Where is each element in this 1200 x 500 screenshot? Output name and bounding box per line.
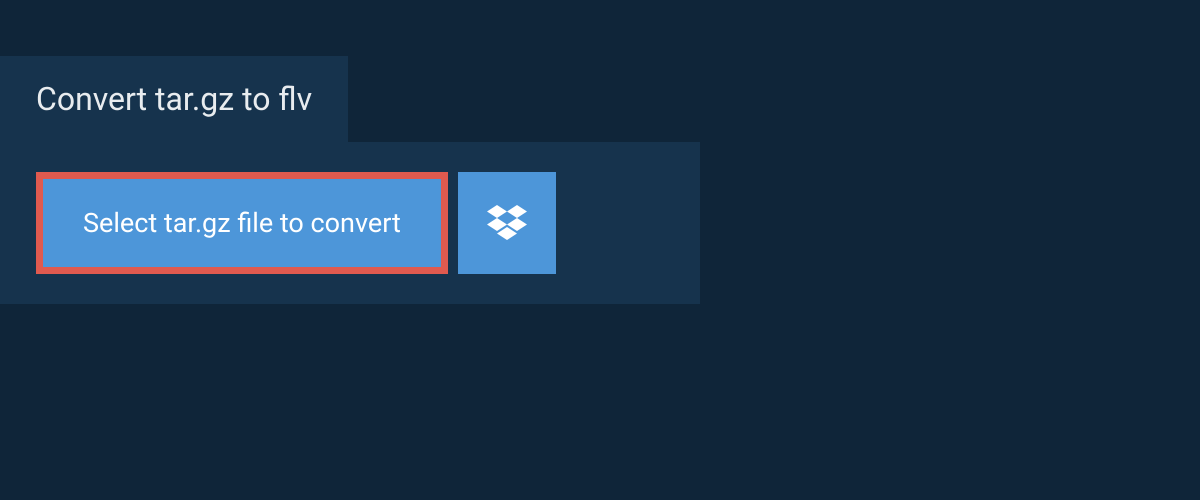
- button-row: Select tar.gz file to convert: [36, 172, 664, 274]
- page-title-tab: Convert tar.gz to flv: [0, 56, 348, 142]
- select-file-label: Select tar.gz file to convert: [83, 207, 401, 239]
- page-title: Convert tar.gz to flv: [36, 80, 312, 118]
- dropbox-icon: [487, 205, 527, 241]
- upload-panel: Select tar.gz file to convert: [0, 142, 700, 304]
- select-file-button[interactable]: Select tar.gz file to convert: [36, 172, 448, 274]
- dropbox-button[interactable]: [458, 172, 556, 274]
